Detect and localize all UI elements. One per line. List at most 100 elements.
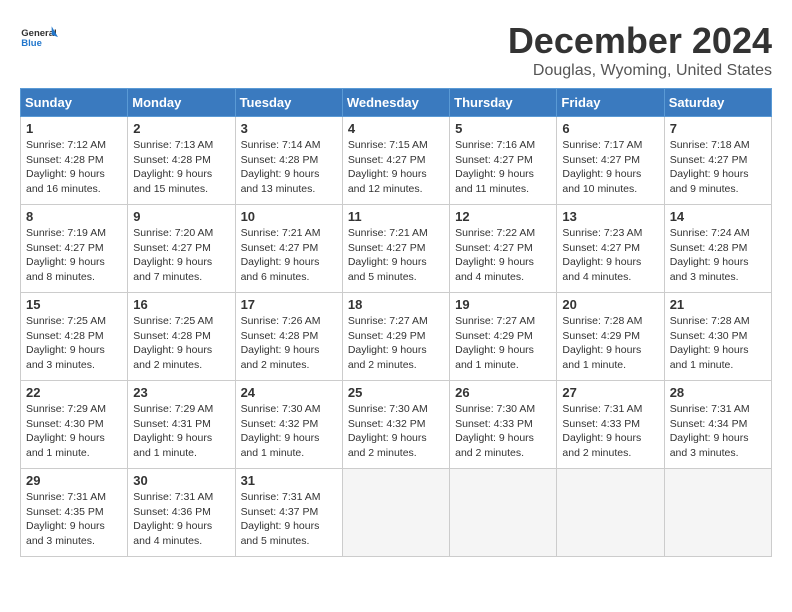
- day-info: Sunrise: 7:31 AM: [133, 490, 229, 505]
- calendar-cell: 29Sunrise: 7:31 AMSunset: 4:35 PMDayligh…: [21, 469, 128, 557]
- day-info: Sunrise: 7:19 AM: [26, 226, 122, 241]
- day-info: Daylight: 9 hours and 1 minute.: [670, 343, 766, 372]
- day-info: Daylight: 9 hours and 3 minutes.: [26, 343, 122, 372]
- day-info: Sunset: 4:28 PM: [241, 153, 337, 168]
- day-info: Sunrise: 7:27 AM: [348, 314, 444, 329]
- day-info: Daylight: 9 hours and 11 minutes.: [455, 167, 551, 196]
- day-info: Daylight: 9 hours and 2 minutes.: [562, 431, 658, 460]
- day-info: Daylight: 9 hours and 1 minute.: [26, 431, 122, 460]
- weekday-header-friday: Friday: [557, 89, 664, 117]
- day-number: 25: [348, 385, 444, 400]
- day-number: 1: [26, 121, 122, 136]
- day-info: Sunset: 4:30 PM: [26, 417, 122, 432]
- calendar-cell: 1 Sunrise: 7:12 AMSunset: 4:28 PMDaylight…: [21, 117, 128, 205]
- calendar-cell: 18Sunrise: 7:27 AMSunset: 4:29 PMDayligh…: [342, 293, 449, 381]
- day-info: Sunset: 4:32 PM: [241, 417, 337, 432]
- day-info: Sunrise: 7:20 AM: [133, 226, 229, 241]
- day-info: Sunset: 4:29 PM: [455, 329, 551, 344]
- week-row-4: 22Sunrise: 7:29 AMSunset: 4:30 PMDayligh…: [21, 381, 772, 469]
- day-info: Sunset: 4:31 PM: [133, 417, 229, 432]
- day-info: Daylight: 9 hours and 7 minutes.: [133, 255, 229, 284]
- svg-text:General: General: [21, 28, 56, 39]
- calendar-cell: 6Sunrise: 7:17 AMSunset: 4:27 PMDaylight…: [557, 117, 664, 205]
- day-info: Daylight: 9 hours and 15 minutes.: [133, 167, 229, 196]
- calendar-cell: 15Sunrise: 7:25 AMSunset: 4:28 PMDayligh…: [21, 293, 128, 381]
- calendar-cell: 21Sunrise: 7:28 AMSunset: 4:30 PMDayligh…: [664, 293, 771, 381]
- day-number: 23: [133, 385, 229, 400]
- day-info: Sunrise: 7:31 AM: [670, 402, 766, 417]
- logo: General Blue: [20, 20, 58, 58]
- day-info: Sunset: 4:30 PM: [670, 329, 766, 344]
- day-number: 8: [26, 209, 122, 224]
- day-info: Sunrise: 7:16 AM: [455, 138, 551, 153]
- day-info: Sunset: 4:27 PM: [455, 153, 551, 168]
- day-info: Sunrise: 7:27 AM: [455, 314, 551, 329]
- day-info: Sunrise: 7:25 AM: [133, 314, 229, 329]
- day-number: 5: [455, 121, 551, 136]
- day-info: Sunset: 4:28 PM: [241, 329, 337, 344]
- day-number: 22: [26, 385, 122, 400]
- day-info: Sunset: 4:29 PM: [562, 329, 658, 344]
- day-info: Sunrise: 7:31 AM: [562, 402, 658, 417]
- day-info: Sunrise: 7:29 AM: [26, 402, 122, 417]
- day-info: Daylight: 9 hours and 2 minutes.: [133, 343, 229, 372]
- day-info: Daylight: 9 hours and 1 minute.: [241, 431, 337, 460]
- calendar-cell: 20Sunrise: 7:28 AMSunset: 4:29 PMDayligh…: [557, 293, 664, 381]
- day-number: 20: [562, 297, 658, 312]
- day-info: Sunrise: 7:12 AM: [26, 138, 122, 153]
- day-info: Sunset: 4:27 PM: [348, 241, 444, 256]
- day-number: 13: [562, 209, 658, 224]
- calendar-cell: 9Sunrise: 7:20 AMSunset: 4:27 PMDaylight…: [128, 205, 235, 293]
- calendar-cell: 4Sunrise: 7:15 AMSunset: 4:27 PMDaylight…: [342, 117, 449, 205]
- logo-graphic: General Blue: [20, 20, 58, 58]
- day-number: 26: [455, 385, 551, 400]
- day-info: Sunset: 4:27 PM: [670, 153, 766, 168]
- day-info: Sunrise: 7:29 AM: [133, 402, 229, 417]
- day-info: Daylight: 9 hours and 9 minutes.: [670, 167, 766, 196]
- day-number: 3: [241, 121, 337, 136]
- week-row-1: 1Sunrise: 7:12 AMSunset: 4:28 PMDaylight…: [21, 117, 772, 205]
- day-info: Sunset: 4:33 PM: [455, 417, 551, 432]
- calendar-cell: 7 Sunrise: 7:18 AMSunset: 4:27 PMDaylight…: [664, 117, 771, 205]
- day-info: Sunrise: 7:30 AM: [241, 402, 337, 417]
- logo-container: General Blue: [20, 20, 58, 58]
- calendar-cell: 8Sunrise: 7:19 AMSunset: 4:27 PMDaylight…: [21, 205, 128, 293]
- day-number: 7: [670, 121, 766, 136]
- day-info: Daylight: 9 hours and 5 minutes.: [348, 255, 444, 284]
- day-number: 17: [241, 297, 337, 312]
- week-row-3: 15Sunrise: 7:25 AMSunset: 4:28 PMDayligh…: [21, 293, 772, 381]
- calendar-cell: 27Sunrise: 7:31 AMSunset: 4:33 PMDayligh…: [557, 381, 664, 469]
- day-number: 19: [455, 297, 551, 312]
- day-info: Sunset: 4:28 PM: [26, 153, 122, 168]
- calendar-cell: 12Sunrise: 7:22 AMSunset: 4:27 PMDayligh…: [450, 205, 557, 293]
- day-info: Sunrise: 7:31 AM: [26, 490, 122, 505]
- day-number: 12: [455, 209, 551, 224]
- calendar-cell: 24 Sunrise: 7:30 AMSunset: 4:32 PMDayligh…: [235, 381, 342, 469]
- day-info: Daylight: 9 hours and 16 minutes.: [26, 167, 122, 196]
- day-info: Sunrise: 7:24 AM: [670, 226, 766, 241]
- day-number: 24: [241, 385, 337, 400]
- day-number: 6: [562, 121, 658, 136]
- month-title: December 2024: [508, 20, 772, 62]
- week-row-5: 29Sunrise: 7:31 AMSunset: 4:35 PMDayligh…: [21, 469, 772, 557]
- calendar-cell: 14Sunrise: 7:24 AMSunset: 4:28 PMDayligh…: [664, 205, 771, 293]
- day-info: Daylight: 9 hours and 3 minutes.: [670, 431, 766, 460]
- day-info: Daylight: 9 hours and 8 minutes.: [26, 255, 122, 284]
- day-info: Daylight: 9 hours and 2 minutes.: [455, 431, 551, 460]
- weekday-header-monday: Monday: [128, 89, 235, 117]
- svg-text:Blue: Blue: [21, 38, 42, 49]
- day-number: 28: [670, 385, 766, 400]
- day-info: Daylight: 9 hours and 2 minutes.: [348, 343, 444, 372]
- day-info: Sunrise: 7:26 AM: [241, 314, 337, 329]
- day-info: Sunset: 4:28 PM: [133, 329, 229, 344]
- day-number: 11: [348, 209, 444, 224]
- day-info: Sunrise: 7:25 AM: [26, 314, 122, 329]
- day-number: 15: [26, 297, 122, 312]
- calendar-cell: [664, 469, 771, 557]
- day-number: 31: [241, 473, 337, 488]
- day-info: Sunrise: 7:18 AM: [670, 138, 766, 153]
- day-info: Sunset: 4:27 PM: [348, 153, 444, 168]
- day-info: Sunset: 4:27 PM: [562, 153, 658, 168]
- day-info: Sunset: 4:37 PM: [241, 505, 337, 520]
- day-info: Daylight: 9 hours and 12 minutes.: [348, 167, 444, 196]
